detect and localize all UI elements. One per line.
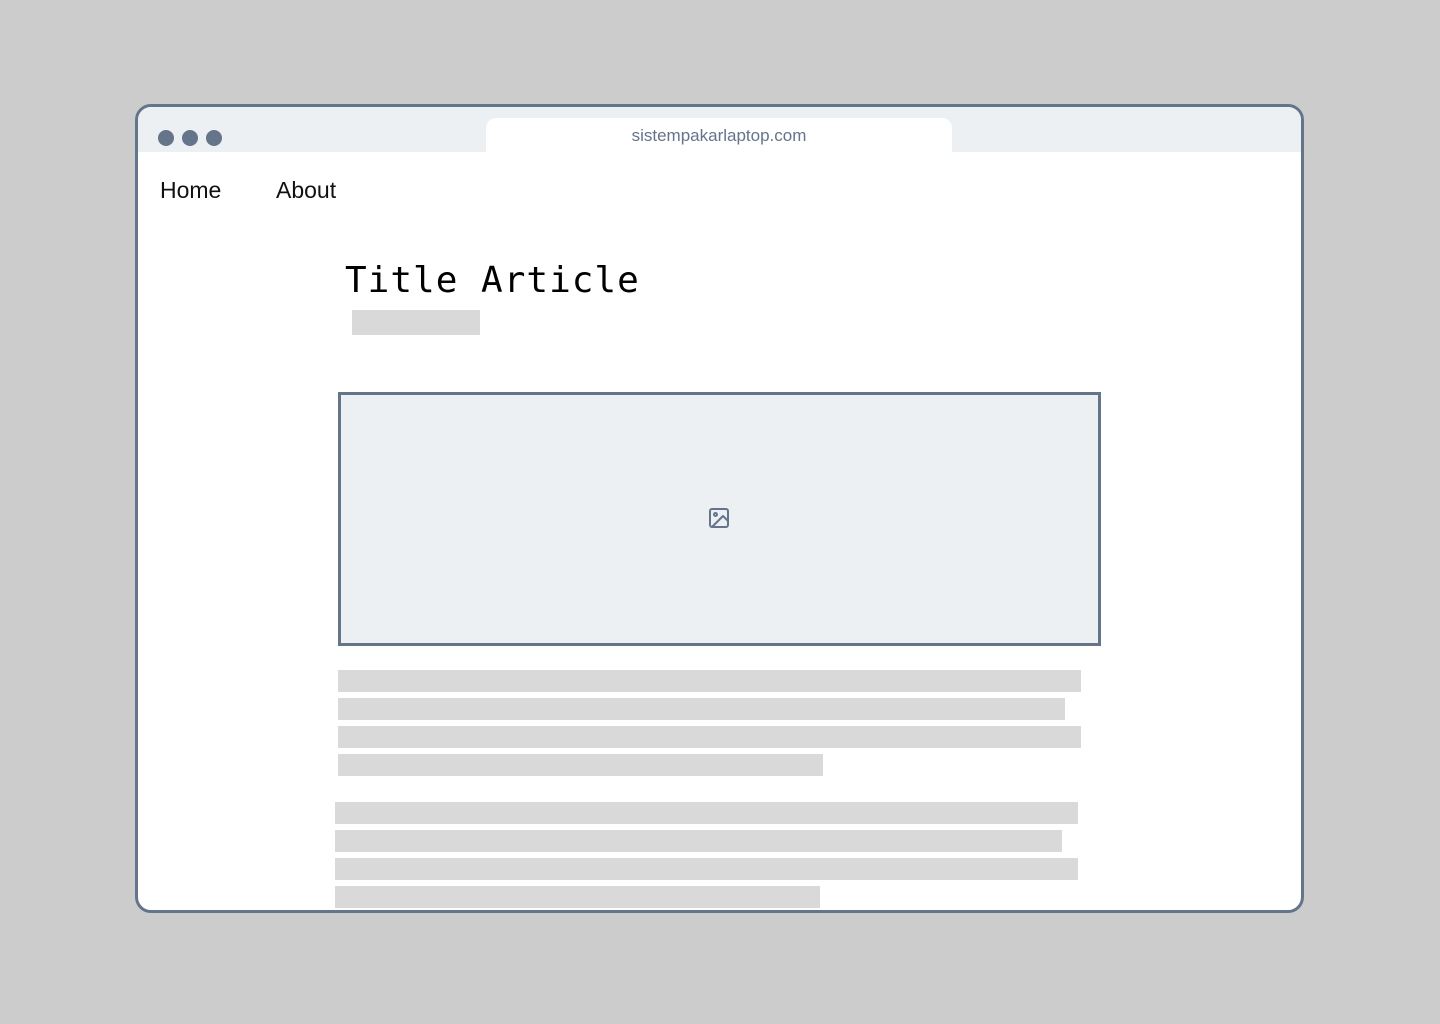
text-line-placeholder xyxy=(335,858,1078,880)
article-title: Title Article xyxy=(345,260,640,301)
top-nav: Home About xyxy=(138,152,1301,227)
text-line-placeholder xyxy=(335,886,820,908)
window-dot-icon[interactable] xyxy=(158,130,174,146)
text-line-placeholder xyxy=(338,670,1081,692)
nav-home-link[interactable]: Home xyxy=(160,176,221,204)
article-image-placeholder xyxy=(338,392,1101,646)
text-line-placeholder xyxy=(338,698,1065,720)
browser-titlebar: sistempakarlaptop.com xyxy=(138,107,1301,152)
window-dot-icon[interactable] xyxy=(182,130,198,146)
text-line-placeholder xyxy=(338,754,823,776)
address-bar[interactable]: sistempakarlaptop.com xyxy=(486,118,952,152)
article-meta-placeholder xyxy=(352,310,480,335)
nav-about-link[interactable]: About xyxy=(276,176,336,204)
text-line-placeholder xyxy=(335,802,1078,824)
text-line-placeholder xyxy=(335,830,1062,852)
image-icon xyxy=(709,508,729,528)
browser-window: sistempakarlaptop.com Home About Title A… xyxy=(135,104,1304,913)
window-dot-icon[interactable] xyxy=(206,130,222,146)
text-line-placeholder xyxy=(338,726,1081,748)
